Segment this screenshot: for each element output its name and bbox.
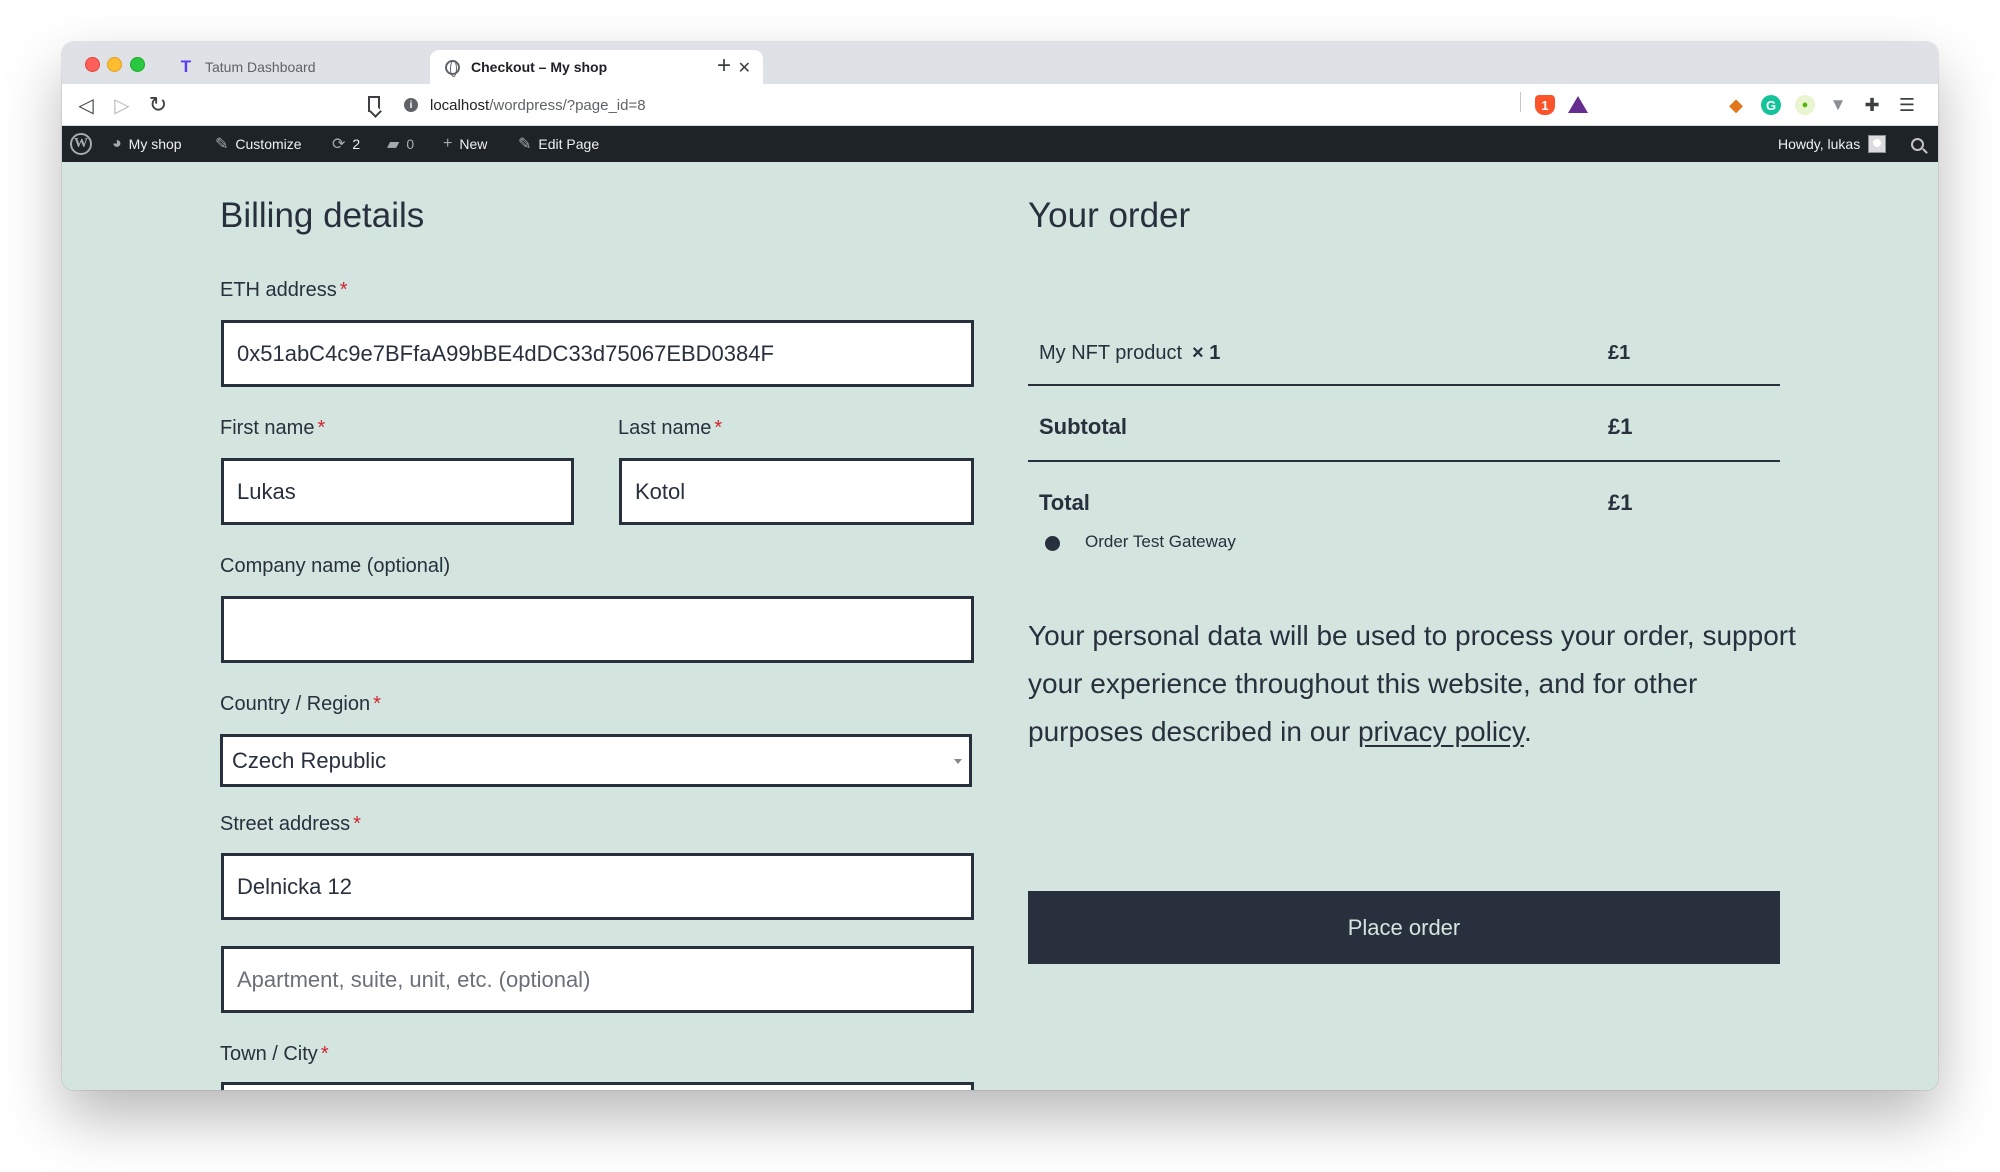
new-tab-button[interactable]: + [709,52,739,80]
first-name-label: First name * [220,417,326,439]
tab-strip: T Tatum Dashboard Checkout – My shop ✕ + [62,42,1938,84]
close-window-button[interactable] [85,57,100,72]
forward-button[interactable]: ▷ [108,91,136,119]
updates-icon: ⟳ [332,136,346,153]
checkout-page: Billing details ETH address * 0x51abC4c9e… [62,162,1938,1090]
dashboard-icon: ◕ [112,135,122,152]
brush-icon: ✎ [215,136,229,153]
divider [1028,384,1780,386]
first-name-input[interactable]: Lukas [221,458,574,525]
wp-admin-bar: W ◕ My shop ✎ Customize ⟳ 2 ▰ 0 + New ✎ … [62,126,1938,162]
updates-link[interactable]: ⟳ 2 [332,126,360,162]
browser-toolbar: ◁ ▷ ↻ i localhost/wordpress/?page_id=8 1… [62,84,1938,126]
extension-v-icon[interactable]: ▼ [1828,95,1848,115]
new-label: New [459,136,488,152]
customize-link[interactable]: ✎ Customize [215,126,302,162]
product-name: My NFT product [1039,341,1182,364]
zoom-window-button[interactable] [130,57,145,72]
company-name-label: Company name (optional) [220,555,451,577]
country-label: Country / Region * [220,693,381,715]
grammarly-icon[interactable]: G [1761,95,1781,115]
wordpress-icon: W [70,133,92,155]
order-heading: Your order [1028,196,1191,235]
globe-icon [444,59,460,77]
place-order-button[interactable]: Place order [1028,891,1780,964]
reload-button[interactable]: ↻ [144,91,172,119]
metamask-icon[interactable]: ◆ [1726,95,1746,115]
city-input[interactable] [221,1082,974,1090]
billing-heading: Billing details [220,196,425,235]
last-name-input[interactable]: Kotol [619,458,974,525]
customize-label: Customize [235,136,302,152]
order-product-row: My NFT product × 1 £1 [1028,338,1780,368]
close-tab-icon[interactable]: ✕ [738,58,751,78]
total-value: £1 [1608,490,1633,515]
product-quantity: × 1 [1192,341,1221,364]
edit-page-label: Edit Page [538,136,600,152]
tab-title: Checkout – My shop [471,59,608,75]
eth-address-label: ETH address * [220,279,348,301]
city-label: Town / City * [220,1043,329,1065]
howdy-label: Howdy, lukas [1778,136,1861,152]
eth-address-input[interactable]: 0x51abC4c9e7BFfaA99bBE4dDC33d75067EBD038… [221,320,974,387]
browser-menu-icon[interactable]: ☰ [1897,95,1917,115]
browser-window: T Tatum Dashboard Checkout – My shop ✕ +… [62,42,1938,1090]
country-selected-value: Czech Republic [232,747,387,773]
edit-page-link[interactable]: ✎ Edit Page [518,126,599,162]
back-button[interactable]: ◁ [72,91,100,119]
url-host: localhost [430,96,490,114]
company-name-input[interactable] [221,596,974,663]
total-label: Total [1039,490,1090,515]
address-bar[interactable]: i localhost/wordpress/?page_id=8 [396,89,1596,121]
avatar [1868,135,1887,153]
site-name-label: My shop [128,136,182,152]
divider [1028,460,1780,462]
privacy-policy-link[interactable]: privacy policy [1358,716,1524,747]
tatum-icon: T [180,57,192,76]
divider [1520,92,1521,112]
bookmark-icon[interactable] [368,96,380,112]
pencil-icon: ✎ [518,136,532,153]
brave-shield-icon[interactable]: 1 [1535,95,1555,115]
apartment-input[interactable]: Apartment, suite, unit, etc. (optional) [221,946,974,1013]
total-row: Total £1 [1028,486,1780,520]
payment-method-radio[interactable] [1045,536,1060,551]
minimize-window-button[interactable] [107,57,122,72]
comments-link[interactable]: ▰ 0 [387,126,414,162]
payment-method-label[interactable]: Order Test Gateway [1085,532,1236,552]
my-account-link[interactable]: Howdy, lukas [1778,126,1887,162]
admin-search-button[interactable] [1911,126,1924,162]
search-icon [1911,137,1924,151]
country-select[interactable]: Czech Republic [220,734,972,787]
street-address-input[interactable]: Delnicka 12 [221,853,974,920]
brave-rewards-icon[interactable] [1568,96,1588,113]
chevron-down-icon [954,759,962,764]
extensions-puzzle-icon[interactable]: ✚ [1862,95,1882,115]
new-content-link[interactable]: + New [443,126,487,162]
subtotal-row: Subtotal £1 [1028,410,1780,444]
updates-count: 2 [352,136,361,152]
subtotal-value: £1 [1608,414,1633,439]
url-path: /wordpress/?page_id=8 [489,96,646,114]
product-price: £1 [1608,341,1631,364]
privacy-notice: Your personal data will be used to proce… [1028,620,1796,747]
tab-title: Tatum Dashboard [205,59,316,75]
site-name-link[interactable]: ◕ My shop [112,126,182,162]
wp-logo-button[interactable]: W [70,126,92,162]
subtotal-label: Subtotal [1039,414,1127,439]
comment-icon: ▰ [387,136,400,153]
last-name-label: Last name * [618,417,723,439]
street-address-label: Street address * [220,813,361,835]
plus-icon: + [443,135,453,152]
site-info-icon[interactable]: i [404,98,418,112]
comments-count: 0 [406,136,415,152]
extension-green-icon[interactable]: ● [1795,95,1815,115]
